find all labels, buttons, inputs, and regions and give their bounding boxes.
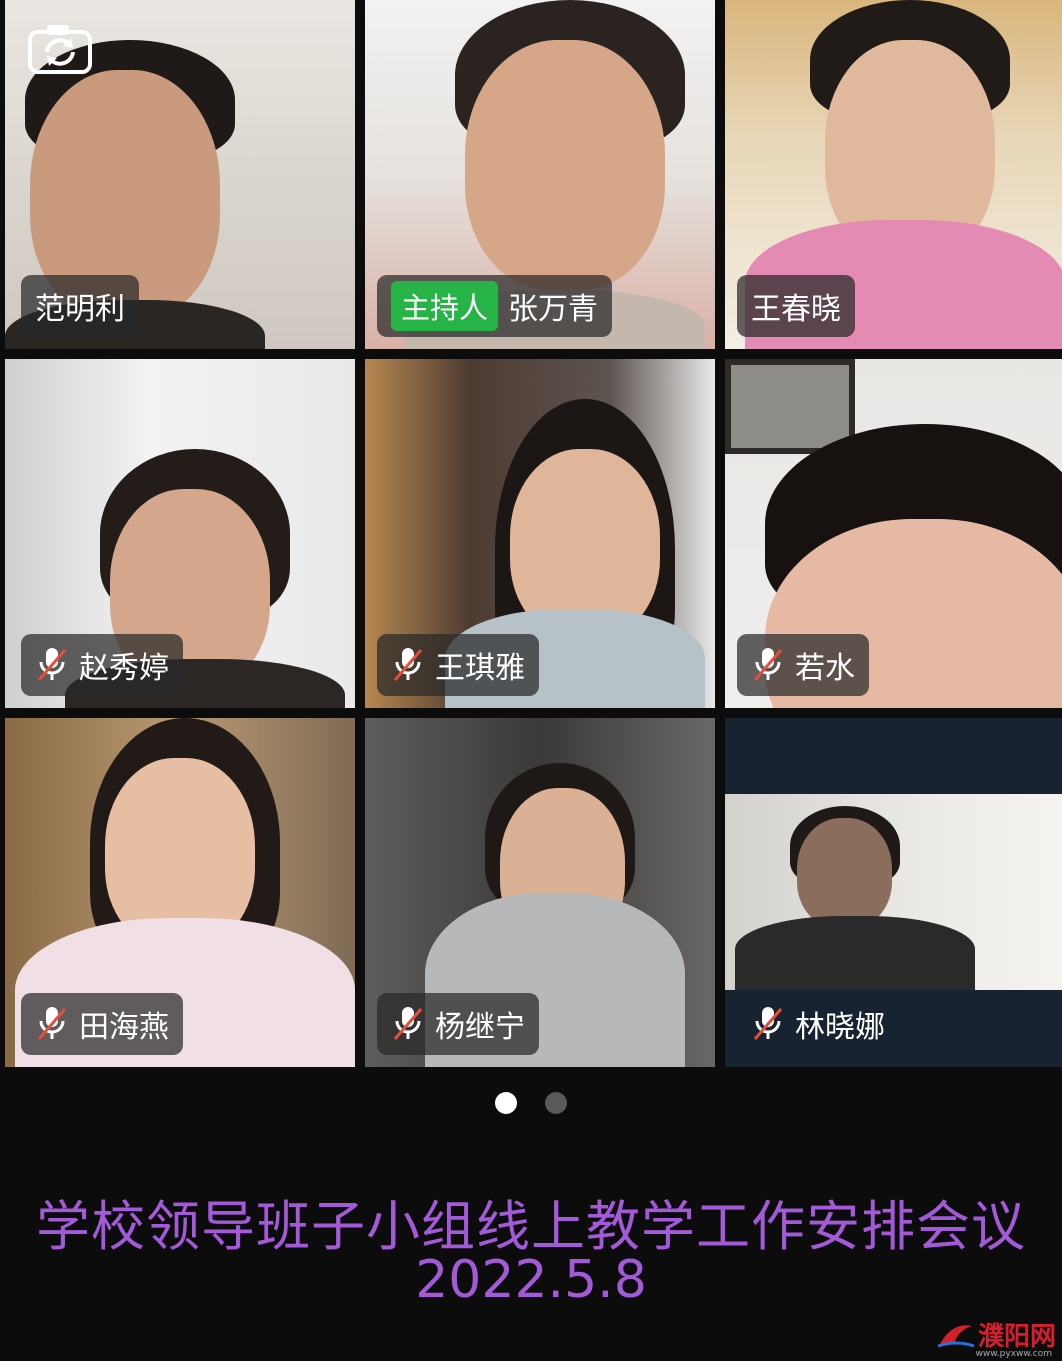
mic-muted-icon [391, 646, 425, 684]
host-badge: 主持人 [391, 281, 499, 331]
participant-name-tag: 杨继宁 [377, 993, 539, 1055]
mic-muted-icon [751, 1005, 785, 1043]
page-indicator[interactable] [0, 1092, 1062, 1116]
participant-name: 赵秀婷 [79, 651, 169, 686]
video-tile[interactable]: 田海燕 [5, 718, 355, 1067]
page-dot[interactable] [545, 1092, 567, 1114]
camera-switch-icon[interactable] [27, 22, 93, 76]
watermark-url: www.pyxww.com [975, 1349, 1052, 1359]
participant-name: 王琪雅 [435, 651, 525, 686]
participant-name-tag: 赵秀婷 [21, 634, 183, 696]
mic-muted-icon [391, 1005, 425, 1043]
video-tile[interactable]: 主持人 张万青 [365, 0, 715, 349]
participant-name: 若水 [795, 651, 855, 686]
participant-name-tag: 主持人 张万青 [377, 275, 613, 337]
mic-muted-icon [751, 646, 785, 684]
participant-name: 张万青 [508, 292, 599, 327]
participant-name-tag: 若水 [737, 634, 869, 696]
participant-name: 林晓娜 [795, 1010, 885, 1045]
video-tile[interactable]: 王春晓 [725, 0, 1062, 349]
watermark-text: 濮阳网 [977, 1322, 1056, 1352]
participant-name-tag: 王春晓 [737, 275, 855, 337]
participant-name: 杨继宁 [435, 1010, 525, 1045]
participant-name-tag: 田海燕 [21, 993, 183, 1055]
participant-name-tag: 林晓娜 [737, 993, 899, 1055]
video-tile[interactable]: 林晓娜 [725, 718, 1062, 1067]
watermark-logo-icon [937, 1324, 975, 1347]
site-watermark: 濮阳网 www.pyxww.com [936, 1316, 1056, 1359]
video-tile[interactable]: 杨继宁 [365, 718, 715, 1067]
participant-name-tag: 范明利 [21, 275, 139, 337]
video-tile[interactable]: 王琪雅 [365, 359, 715, 708]
video-tile[interactable]: 赵秀婷 [5, 359, 355, 708]
page-dot-active[interactable] [495, 1092, 517, 1114]
caption-date: 2022.5.8 [415, 1250, 647, 1310]
video-grid: 范明利 主持人 张万青 王春晓 赵秀婷 王琪雅 若水 田海燕 杨继宁 林晓娜 [0, 0, 1062, 1070]
mic-muted-icon [35, 1005, 69, 1043]
participant-name: 王春晓 [751, 292, 841, 327]
video-tile[interactable]: 范明利 [5, 0, 355, 349]
participant-name-tag: 王琪雅 [377, 634, 539, 696]
participant-name: 范明利 [35, 292, 125, 327]
participant-name: 田海燕 [79, 1010, 169, 1045]
mic-muted-icon [35, 646, 69, 684]
video-tile[interactable]: 若水 [725, 359, 1062, 708]
